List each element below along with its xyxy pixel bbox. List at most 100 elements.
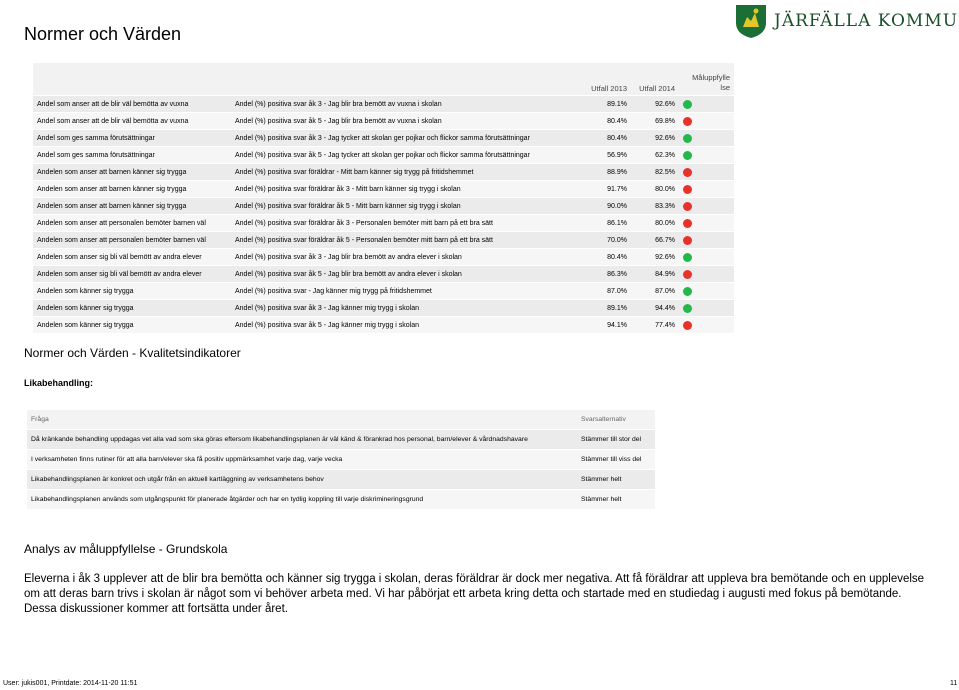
section-subtitle: Normer och Värden - Kvalitetsindikatorer (24, 346, 241, 360)
likabehandling-header: Fråga Svarsalternativ (27, 409, 655, 430)
shield-emblem-icon (736, 5, 766, 38)
likabehandling-row: Likabehandlingsplanen är konkret och utg… (27, 469, 655, 490)
kpi-status-cell (679, 317, 734, 334)
kpi-question: Andel (%) positiva svar åk 3 - Jag blir … (235, 100, 442, 108)
kpi-question: Andel (%) positiva svar åk 3 - Jag blir … (235, 253, 462, 261)
kpi-question: Andel (%) positiva svar föräldrar åk 5 -… (235, 236, 493, 244)
kpi-value-2014: 92.6% (655, 134, 675, 142)
kpi-question: Andel (%) positiva svar föräldrar - Mitt… (235, 168, 474, 176)
kpi-row: Andelen som känner sig trygga Andel (%) p… (33, 316, 734, 334)
kpi-value-2013: 90.0% (607, 202, 627, 210)
analysis-text: Eleverna i åk 3 upplever att de blir bra… (24, 573, 925, 615)
likabehandling-answer: Stämmer helt (581, 496, 622, 503)
kpi-indicator: Andelen som anser sig bli väl bemött av … (37, 270, 202, 278)
kpi-status-cell (679, 300, 734, 317)
kpi-value-2013: 89.1% (607, 304, 627, 312)
kpi-indicator: Andel som ges samma förutsättningar (37, 134, 155, 142)
kpi-status-cell (679, 283, 734, 300)
kpi-status-cell (679, 181, 734, 198)
jarfalla-logo: JÄRFÄLLA KOMMUN (734, 3, 959, 39)
kpi-value-2013: 91.7% (607, 185, 627, 193)
likabehandling-row: Då kränkande behandling uppdagas vet all… (27, 429, 655, 450)
status-green-icon (683, 150, 692, 160)
kpi-value-2014: 92.6% (655, 253, 675, 261)
kpi-status-cell (679, 147, 734, 164)
kpi-indicator: Andelen som anser sig bli väl bemött av … (37, 253, 202, 261)
kpi-value-2013: 80.4% (607, 134, 627, 142)
header-goal: Måluppfylle lse (692, 73, 730, 92)
likabehandling-table: Fråga Svarsalternativ Då kränkande behan… (27, 409, 655, 509)
kpi-row: Andelen som anser att barnen känner sig … (33, 163, 734, 181)
analysis-title: Analys av måluppfyllelse - Grundskola (24, 542, 228, 556)
status-red-icon (683, 167, 692, 177)
kpi-value-2013: 88.9% (607, 168, 627, 176)
kpi-status-cell (679, 232, 734, 249)
kpi-question: Andel (%) positiva svar åk 5 - Jag tycke… (235, 151, 530, 159)
kpi-value-2014: 83.3% (655, 202, 675, 210)
likabehandling-question: I verksamheten finns rutiner för att all… (31, 456, 343, 463)
kpi-status-cell (679, 249, 734, 266)
kpi-row: Andel som anser att de blir väl bemötta … (33, 95, 734, 113)
kpi-row: Andelen som anser sig bli väl bemött av … (33, 248, 734, 266)
kpi-question: Andel (%) positiva svar föräldrar åk 5 -… (235, 202, 461, 210)
status-red-icon (683, 184, 692, 194)
kpi-value-2013: 80.4% (607, 117, 627, 125)
kpi-row: Andelen som anser att personalen bemöter… (33, 214, 734, 232)
kpi-value-2014: 69.8% (655, 117, 675, 125)
kpi-indicator: Andelen som känner sig trygga (37, 321, 134, 329)
kpi-indicator: Andel som anser att de blir väl bemötta … (37, 100, 189, 108)
kpi-value-2013: 86.1% (607, 219, 627, 227)
status-green-icon (683, 252, 692, 262)
kpi-status-cell (679, 96, 734, 113)
kpi-row: Andel som ges samma förutsättningar Andel… (33, 146, 734, 164)
footer-page-number: 11 (950, 680, 958, 687)
kpi-value-2013: 89.1% (607, 100, 627, 108)
kpi-indicator: Andelen som anser att barnen känner sig … (37, 202, 187, 210)
kpi-row: Andelen som anser att barnen känner sig … (33, 197, 734, 215)
kpi-question: Andel (%) positiva svar åk 5 - Jag blir … (235, 117, 442, 125)
kpi-value-2014: 80.0% (655, 219, 675, 227)
kpi-row: Andelen som anser sig bli väl bemött av … (33, 265, 734, 283)
footer-user-printdate: User: jukis001, Printdate: 2014-11-20 11… (3, 680, 138, 687)
kpi-table: Utfall 2013 Utfall 2014 Måluppfylle lse … (33, 63, 734, 333)
kpi-value-2013: 56.9% (607, 151, 627, 159)
kpi-indicator: Andelen som anser att barnen känner sig … (37, 168, 187, 176)
kpi-value-2014: 82.5% (655, 168, 675, 176)
kpi-question: Andel (%) positiva svar åk 3 - Jag tycke… (235, 134, 530, 142)
likabehandling-answer: Stämmer helt (581, 476, 622, 483)
likabehandling-question: Likabehandlingsplanen är konkret och utg… (31, 476, 324, 483)
header-utfall-2013: Utfall 2013 (591, 84, 627, 93)
likabehandling-answer: Stämmer till stor del (581, 436, 642, 443)
kpi-status-cell (679, 113, 734, 130)
kpi-status-cell (679, 266, 734, 283)
kpi-status-cell (679, 130, 734, 147)
status-red-icon (683, 235, 692, 245)
kpi-question: Andel (%) positiva svar åk 3 - Jag känne… (235, 304, 420, 312)
kpi-row: Andelen som anser att barnen känner sig … (33, 180, 734, 198)
header-question: Fråga (31, 416, 49, 423)
kpi-indicator: Andel som anser att de blir väl bemötta … (37, 117, 189, 125)
status-green-icon (683, 99, 692, 109)
kpi-status-cell (679, 198, 734, 215)
kpi-row: Andelen som känner sig trygga Andel (%) p… (33, 282, 734, 300)
kpi-row: Andelen som anser att personalen bemöter… (33, 231, 734, 249)
kpi-value-2014: 84.9% (655, 270, 675, 278)
kpi-question: Andel (%) positiva svar - Jag känner mig… (235, 287, 432, 295)
kpi-value-2013: 94.1% (607, 321, 627, 329)
kpi-value-2013: 87.0% (607, 287, 627, 295)
kpi-indicator: Andelen som känner sig trygga (37, 287, 134, 295)
status-red-icon (683, 320, 692, 330)
likabehandling-question: Likabehandlingsplanen används som utgång… (31, 496, 424, 503)
kpi-value-2013: 86.3% (607, 270, 627, 278)
kpi-row: Andel som anser att de blir väl bemötta … (33, 112, 734, 130)
status-red-icon (683, 269, 692, 279)
section-label: Likabehandling: (24, 378, 94, 388)
likabehandling-question: Då kränkande behandling uppdagas vet all… (31, 436, 528, 443)
kpi-value-2014: 77.4% (655, 321, 675, 329)
kpi-value-2014: 80.0% (655, 185, 675, 193)
status-red-icon (683, 116, 692, 126)
kpi-value-2014: 66.7% (655, 236, 675, 244)
kpi-indicator: Andelen som anser att personalen bemöter… (37, 236, 206, 244)
kpi-value-2014: 92.6% (655, 100, 675, 108)
status-red-icon (683, 201, 692, 211)
